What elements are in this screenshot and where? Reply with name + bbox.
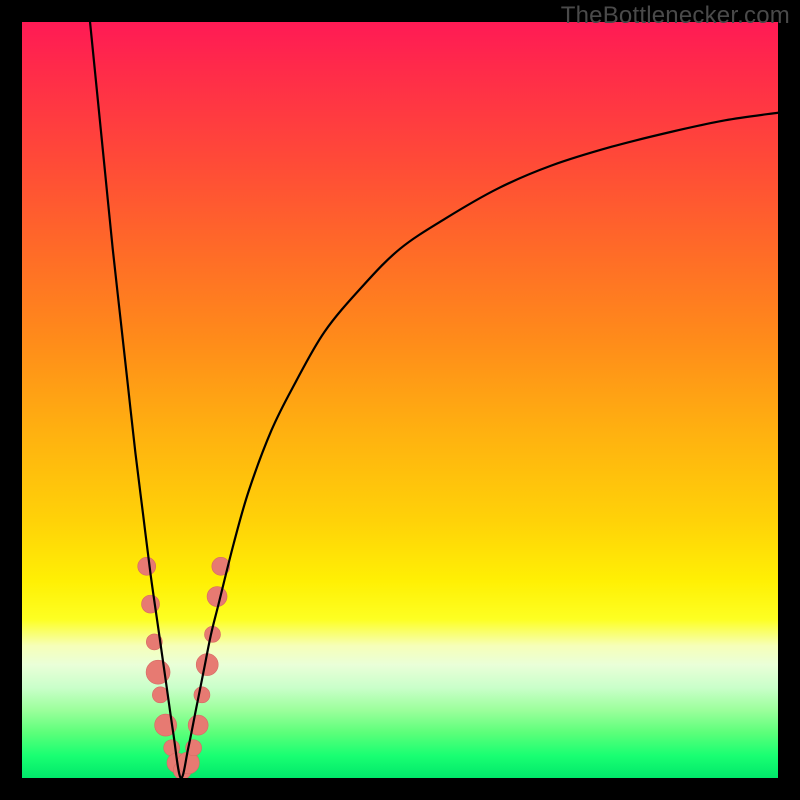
sample-dot [207, 587, 227, 607]
plot-area [22, 22, 778, 778]
sample-dot [138, 557, 156, 575]
bottleneck-curve [90, 22, 778, 778]
curve-layer [22, 22, 778, 778]
sample-dot [194, 687, 210, 703]
watermark-text: TheBottlenecker.com [561, 2, 790, 30]
scatter-dots [138, 557, 230, 778]
chart-frame: TheBottlenecker.com [0, 0, 800, 800]
sample-dot [142, 595, 160, 613]
